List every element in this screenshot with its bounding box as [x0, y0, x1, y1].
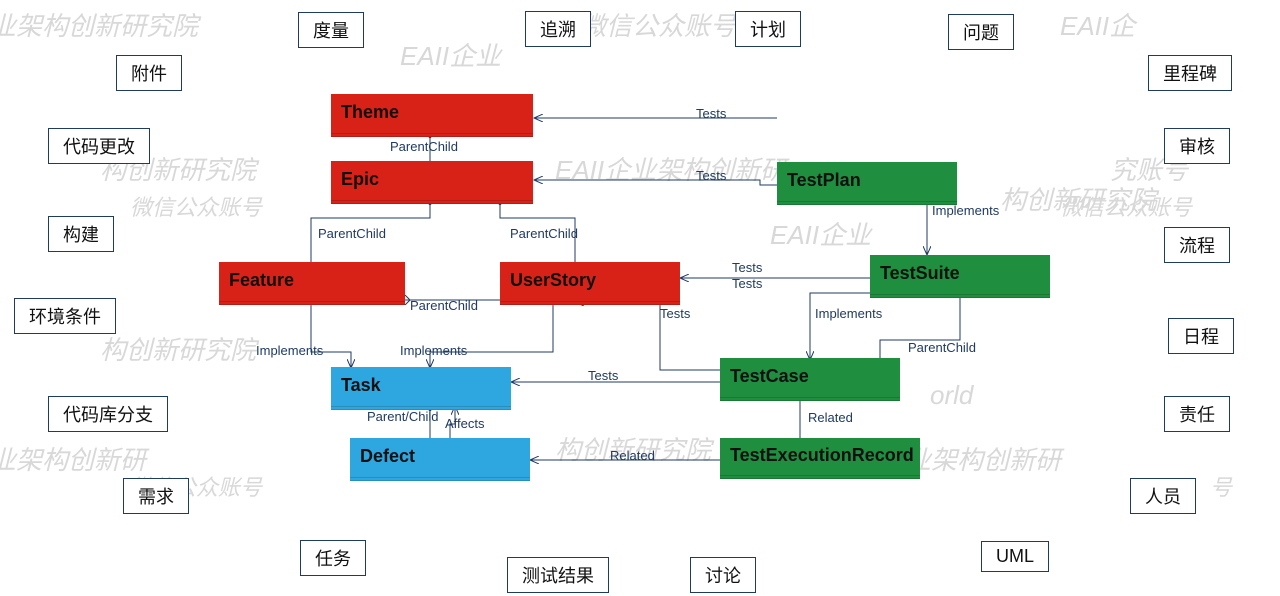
edge-ts-us: Tests — [732, 260, 762, 275]
tag-responsibility: 责任 — [1164, 396, 1230, 432]
edge-feature-us: ParentChild — [410, 298, 478, 313]
edge-tc-task: Tests — [588, 368, 618, 383]
edge-ts-us2: Tests — [732, 276, 762, 291]
tag-discuss: 讨论 — [690, 557, 756, 593]
tag-env: 环境条件 — [14, 298, 116, 334]
entity-feature: Feature — [219, 262, 405, 305]
watermark: 微信公众账号 — [130, 190, 262, 222]
entity-task: Task — [331, 367, 511, 410]
tag-requirement: 需求 — [123, 478, 189, 514]
entity-ter: TestExecutionRecord — [720, 438, 920, 479]
tag-codechange: 代码更改 — [48, 128, 150, 164]
edge-ter-defect: Related — [610, 448, 655, 463]
entity-testcase: TestCase — [720, 358, 900, 401]
edge-theme-epic: ParentChild — [390, 139, 458, 154]
watermark: 微信公众账号 — [1060, 190, 1192, 222]
tag-process: 流程 — [1164, 227, 1230, 263]
edge-ts-tc: Implements — [815, 306, 882, 321]
watermark: EAII企 — [1060, 6, 1135, 43]
tag-issue: 问题 — [948, 14, 1014, 50]
entity-defect: Defect — [350, 438, 530, 481]
edge-tp-theme: Tests — [696, 106, 726, 121]
watermark: EAII企业架构创新研 — [555, 150, 786, 187]
tag-milestone: 里程碑 — [1148, 55, 1232, 91]
edge-defect-task: Affects — [445, 416, 485, 431]
watermark: 微信公众账号 — [580, 6, 736, 43]
watermark: EAII企业 — [400, 36, 501, 73]
tag-attachment: 附件 — [116, 55, 182, 91]
tag-review: 审核 — [1164, 128, 1230, 164]
watermark: 构创新研究院 — [1000, 180, 1156, 217]
watermark: 业架构创新研 — [0, 440, 146, 477]
edge-tc-us: Tests — [660, 306, 690, 321]
tag-trace: 追溯 — [525, 11, 591, 47]
entity-testplan: TestPlan — [777, 162, 957, 205]
tag-schedule: 日程 — [1168, 318, 1234, 354]
tag-build: 构建 — [48, 216, 114, 252]
edge-tc-ter: Related — [808, 410, 853, 425]
watermark: orld — [930, 380, 973, 411]
edge-us-task: Implements — [400, 343, 467, 358]
entity-theme: Theme — [331, 94, 533, 137]
tag-metric: 度量 — [298, 12, 364, 48]
entity-testsuite: TestSuite — [870, 255, 1050, 298]
watermark: 业架构创新研究院 — [0, 6, 198, 43]
edge-task-defect: Parent/Child — [367, 409, 439, 424]
edge-tp-ts: Implements — [932, 203, 999, 218]
tag-people: 人员 — [1130, 478, 1196, 514]
tag-plan: 计划 — [735, 11, 801, 47]
tag-testresult: 测试结果 — [507, 557, 609, 593]
tag-uml: UML — [981, 541, 1049, 572]
watermark: 号 — [1210, 470, 1232, 502]
edge-ts-tc-pc: ParentChild — [908, 340, 976, 355]
entity-userstory: UserStory — [500, 262, 680, 305]
tag-branch: 代码库分支 — [48, 396, 168, 432]
watermark: 业架构创新研 — [905, 440, 1061, 477]
edge-epic-us: ParentChild — [510, 226, 578, 241]
entity-epic: Epic — [331, 161, 533, 204]
watermark: 构创新研究院 — [100, 330, 256, 367]
watermark: EAII企业 — [770, 215, 871, 252]
edge-tp-epic: Tests — [696, 168, 726, 183]
edge-epic-feature: ParentChild — [318, 226, 386, 241]
edge-feature-task: Implements — [256, 343, 323, 358]
tag-task-cn: 任务 — [300, 540, 366, 576]
